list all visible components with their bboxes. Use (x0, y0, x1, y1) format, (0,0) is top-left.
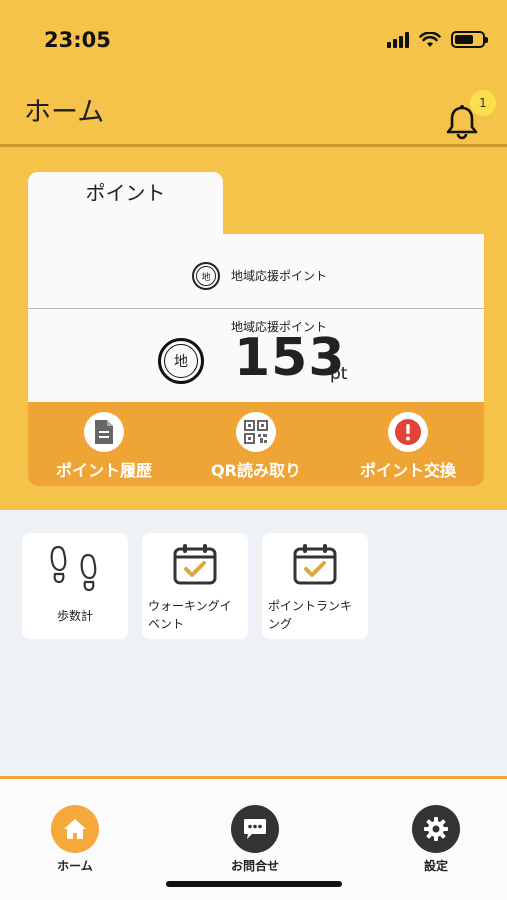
point-history-label: ポイント履歴 (55, 461, 152, 480)
points-balance: 153 (234, 328, 346, 388)
walking-event-tile[interactable]: ウォーキングイ ベント (142, 533, 248, 639)
tab-contact-label: お問合せ (230, 859, 279, 873)
walking-event-label-line1: ウォーキングイ (148, 599, 232, 613)
battery-icon (451, 31, 488, 48)
calendar-check-icon (173, 544, 217, 585)
point-type-row[interactable]: 地 地域応援ポイント (28, 234, 484, 308)
point-ranking-label-line2: ング (268, 617, 293, 631)
pedometer-label: 歩数計 (56, 609, 93, 623)
point-exchange-button[interactable]: ポイント交換 (332, 402, 484, 486)
region-badge-large-char: 地 (164, 344, 198, 378)
tab-home-label: ホーム (57, 859, 93, 873)
pedometer-tile[interactable]: 歩数計 (22, 533, 128, 639)
page-title: ホーム (24, 97, 105, 128)
points-card: 地 地域応援ポイント 地域応援ポイント 地 153 pt ポイント履歴 QR読み… (28, 234, 484, 486)
walking-event-label: ウォーキングイ ベント (148, 597, 248, 633)
point-history-button[interactable]: ポイント履歴 (28, 402, 180, 486)
home-indicator[interactable] (166, 881, 342, 887)
qr-code-icon (236, 412, 276, 452)
point-exchange-label: ポイント交換 (359, 461, 456, 480)
notification-badge: 1 (470, 90, 496, 116)
points-unit: pt (330, 364, 348, 384)
point-ranking-label: ポイントランキ ング (268, 597, 368, 633)
points-actions-bar: ポイント履歴 QR読み取り ポイント交換 (28, 402, 484, 486)
point-type-label: 地域応援ポイント (231, 269, 328, 283)
gear-icon (412, 805, 460, 853)
region-badge-char: 地 (196, 266, 216, 286)
tab-contact[interactable]: お問合せ (205, 805, 305, 874)
tab-points[interactable]: ポイント (28, 172, 223, 242)
qr-scan-button[interactable]: QR読み取り (180, 402, 332, 486)
document-icon (84, 412, 124, 452)
wifi-icon (419, 31, 441, 47)
tab-settings-label: 設定 (423, 859, 448, 873)
walking-event-label-line2: ベント (148, 617, 185, 631)
status-icons (387, 31, 488, 48)
status-bar: 23:05 (0, 0, 507, 80)
footprints-icon (50, 545, 97, 592)
region-badge-icon: 地 (192, 262, 220, 290)
app-header: ホーム (0, 80, 507, 145)
chat-icon (231, 805, 279, 853)
card-divider (28, 308, 484, 309)
tab-settings[interactable]: 設定 (386, 805, 486, 874)
top-panel: 23:05 ホーム 1 ポイント 地 地域応援ポイント 地域応援ポイント 地 1… (0, 0, 507, 510)
status-time: 23:05 (44, 28, 111, 52)
qr-scan-label: QR読み取り (211, 461, 301, 480)
header-divider (0, 144, 507, 147)
home-icon (51, 805, 99, 853)
point-ranking-tile[interactable]: ポイントランキ ング (262, 533, 368, 639)
region-badge-large-icon: 地 (158, 338, 204, 384)
exclamation-icon (388, 412, 428, 452)
cellular-signal-icon (387, 31, 409, 48)
calendar-check-icon (293, 544, 337, 585)
feature-tiles: 歩数計 ウォーキングイ ベント ポイントランキ ング (22, 533, 368, 639)
tab-points-label: ポイント (85, 181, 166, 205)
point-ranking-label-line1: ポイントランキ (268, 599, 353, 613)
tab-home[interactable]: ホーム (25, 805, 125, 874)
